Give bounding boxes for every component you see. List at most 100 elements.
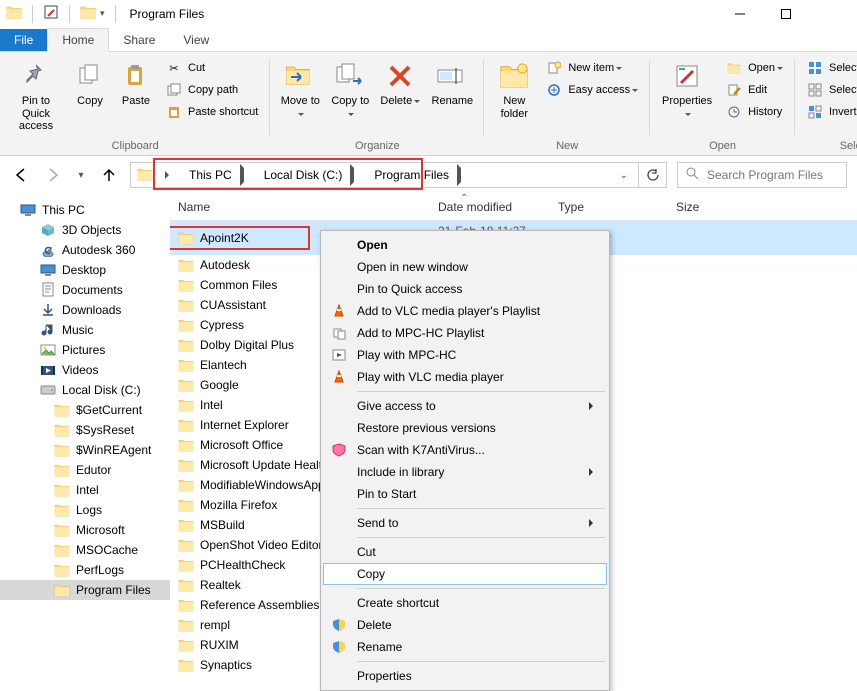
ctx-open[interactable]: Open [323, 234, 607, 256]
copy-to-button[interactable]: Copy to [326, 56, 374, 124]
tree-this-pc[interactable]: This PC [0, 200, 170, 220]
new-item-button[interactable]: New item [542, 58, 642, 78]
folder-icon [133, 167, 153, 184]
ctx-pin-quick-access[interactable]: Pin to Quick access [323, 278, 607, 300]
breadcrumb-programfiles[interactable]: Program Files [368, 163, 471, 187]
window-title: Program Files [130, 7, 205, 21]
ctx-include-library[interactable]: Include in library [323, 461, 607, 483]
tree-item[interactable]: MSOCache [0, 540, 170, 560]
tree-item[interactable]: Intel [0, 480, 170, 500]
tree-item[interactable]: 3D Objects [0, 220, 170, 240]
ctx-copy[interactable]: Copy [323, 563, 607, 585]
tree-item[interactable]: Program Files [0, 580, 170, 600]
tree-item[interactable]: $GetCurrent [0, 400, 170, 420]
search-input[interactable]: Search Program Files [677, 162, 847, 188]
rename-button[interactable]: Rename [426, 56, 478, 112]
col-type[interactable]: Type [550, 194, 668, 220]
tree-item-icon [40, 322, 56, 338]
folder-icon [54, 542, 70, 558]
recent-locations-button[interactable]: ▾ [74, 164, 88, 186]
ctx-properties[interactable]: Properties [323, 665, 607, 687]
tree-item[interactable]: Microsoft [0, 520, 170, 540]
tree-item[interactable]: Pictures [0, 340, 170, 360]
tree-item[interactable]: Logs [0, 500, 170, 520]
breadcrumb-thispc[interactable]: This PC [183, 163, 254, 187]
ctx-delete[interactable]: Delete [323, 614, 607, 636]
address-dropdown-button[interactable]: ⌄ [612, 170, 636, 181]
tree-item[interactable]: Music [0, 320, 170, 340]
tree-item[interactable]: PerfLogs [0, 560, 170, 580]
tree-item[interactable]: Desktop [0, 260, 170, 280]
folder-icon [54, 402, 70, 418]
tab-home[interactable]: Home [47, 28, 109, 52]
tree-item[interactable]: Autodesk 360 [0, 240, 170, 260]
folder-icon [178, 558, 194, 572]
refresh-button[interactable] [639, 162, 667, 188]
history-button[interactable]: History [722, 102, 787, 122]
select-none-button[interactable]: Select none [803, 80, 857, 100]
paste-shortcut-button[interactable]: Paste shortcut [162, 102, 262, 122]
ctx-play-mpc[interactable]: Play with MPC-HC [323, 344, 607, 366]
delete-button[interactable]: Delete [376, 56, 424, 112]
folder-qat-icon[interactable] [80, 4, 96, 23]
back-button[interactable] [10, 164, 32, 186]
tree-item[interactable]: $SysReset [0, 420, 170, 440]
ctx-rename[interactable]: Rename [323, 636, 607, 658]
tree-item[interactable]: Edutor [0, 460, 170, 480]
tree-item[interactable]: Local Disk (C:) [0, 380, 170, 400]
ctx-cut[interactable]: Cut [323, 541, 607, 563]
tree-item[interactable]: Videos [0, 360, 170, 380]
tree-item[interactable]: $WinREAgent [0, 440, 170, 460]
col-date[interactable]: Date modified [430, 194, 550, 220]
tree-item[interactable]: Documents [0, 280, 170, 300]
pc-icon [20, 202, 36, 218]
ctx-open-new-window[interactable]: Open in new window [323, 256, 607, 278]
ctx-send-to[interactable]: Send to [323, 512, 607, 534]
up-button[interactable] [98, 164, 120, 186]
folder-icon [178, 258, 194, 272]
tree-item[interactable]: Downloads [0, 300, 170, 320]
ctx-add-vlc-playlist[interactable]: Add to VLC media player's Playlist [323, 300, 607, 322]
context-menu: Open Open in new window Pin to Quick acc… [320, 230, 610, 691]
ctx-create-shortcut[interactable]: Create shortcut [323, 592, 607, 614]
ribbon-group-clipboard: Pin to Quick access Copy Paste ✂Cut Copy… [0, 56, 270, 155]
select-all-button[interactable]: Select all [803, 58, 857, 78]
ctx-add-mpc-playlist[interactable]: Add to MPC-HC Playlist [323, 322, 607, 344]
col-size[interactable]: Size [668, 194, 857, 220]
open-button[interactable]: Open [722, 58, 787, 78]
ctx-give-access[interactable]: Give access to [323, 395, 607, 417]
col-name[interactable]: Name [170, 194, 430, 220]
qat-dropdown-icon[interactable]: ▾ [100, 8, 105, 19]
forward-button[interactable] [42, 164, 64, 186]
folder-icon [178, 538, 194, 552]
copy-to-icon [334, 60, 366, 92]
ctx-restore-versions[interactable]: Restore previous versions [323, 417, 607, 439]
properties-button[interactable]: Properties [656, 56, 718, 124]
tab-share[interactable]: Share [109, 29, 169, 51]
move-to-button[interactable]: Move to [276, 56, 324, 124]
paste-button[interactable]: Paste [114, 56, 158, 112]
cut-button[interactable]: ✂Cut [162, 58, 262, 78]
folder-icon [178, 658, 194, 672]
invert-selection-button[interactable]: Invert selection [803, 102, 857, 122]
maximize-button[interactable] [763, 0, 809, 28]
sort-indicator-icon: ⌃ [460, 193, 468, 204]
new-folder-button[interactable]: New folder [490, 56, 538, 124]
breadcrumb-root[interactable] [157, 163, 179, 187]
copy-button[interactable]: Copy [68, 56, 112, 112]
edit-button[interactable]: Edit [722, 80, 787, 100]
copy-path-button[interactable]: Copy path [162, 80, 262, 100]
tab-view[interactable]: View [169, 29, 223, 51]
easy-access-button[interactable]: Easy access [542, 80, 642, 100]
ctx-pin-start[interactable]: Pin to Start [323, 483, 607, 505]
folder-icon [54, 582, 70, 598]
pin-quick-access-button[interactable]: Pin to Quick access [6, 56, 66, 137]
ctx-scan-k7[interactable]: Scan with K7AntiVirus... [323, 439, 607, 461]
tab-file[interactable]: File [0, 29, 47, 51]
properties-qat-icon[interactable] [43, 4, 59, 23]
breadcrumb-localdisk[interactable]: Local Disk (C:) [258, 163, 365, 187]
address-bar[interactable]: This PC Local Disk (C:) Program Files ⌄ [130, 162, 639, 188]
mpc-play-icon [331, 347, 347, 363]
ctx-play-vlc[interactable]: Play with VLC media player [323, 366, 607, 388]
minimize-button[interactable] [717, 0, 763, 28]
